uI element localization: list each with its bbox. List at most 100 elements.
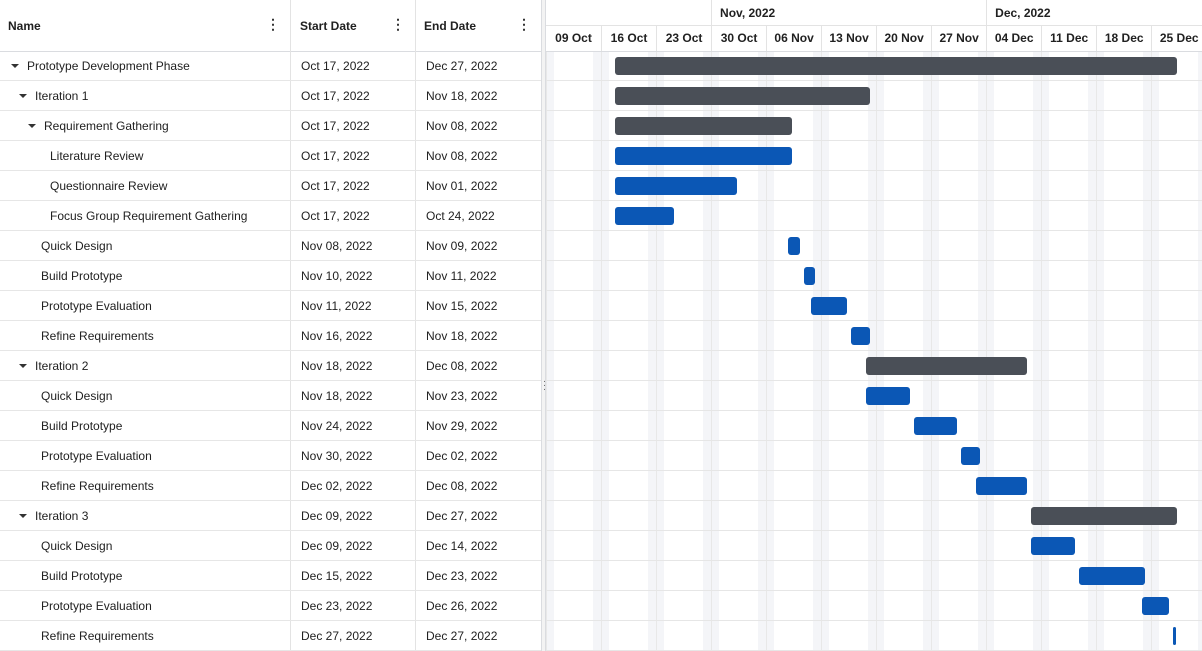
weekend-shade — [593, 51, 602, 651]
task-bar[interactable] — [1172, 627, 1176, 645]
table-row[interactable]: Prototype Development Phase Oct 17, 2022 D… — [0, 51, 541, 81]
week-header: 20 Nov — [876, 25, 931, 51]
start-date-cell: Dec 02, 2022 — [301, 478, 373, 493]
task-bar[interactable] — [614, 207, 674, 225]
task-bar[interactable] — [1141, 597, 1169, 615]
table-row[interactable]: Prototype Evaluation Nov 11, 2022 Nov 15, … — [0, 291, 541, 321]
weekend-shade — [648, 51, 657, 651]
task-bar[interactable] — [1031, 537, 1075, 555]
end-date-cell: Dec 23, 2022 — [426, 568, 498, 583]
end-date-cell: Dec 08, 2022 — [426, 478, 498, 493]
start-date-cell: Oct 17, 2022 — [301, 208, 370, 223]
table-row[interactable]: Refine Requirements Nov 16, 2022 Nov 18, 2… — [0, 321, 541, 351]
task-name-cell: Build Prototype — [0, 261, 290, 290]
task-bar[interactable] — [811, 297, 847, 315]
table-row[interactable]: Refine Requirements Dec 27, 2022 Dec 27, 2… — [0, 621, 541, 651]
table-row[interactable]: Requirement Gathering Oct 17, 2022 Nov 08,… — [0, 111, 541, 141]
task-bar[interactable] — [1078, 567, 1146, 585]
week-header: 23 Oct — [656, 25, 711, 51]
summary-task-bar[interactable] — [1031, 507, 1177, 525]
table-row[interactable]: Quick Design Nov 18, 2022 Nov 23, 2022 — [0, 381, 541, 411]
weekend-shade — [868, 51, 877, 651]
task-bar[interactable] — [850, 327, 871, 345]
summary-task-bar[interactable] — [614, 117, 792, 135]
table-row[interactable]: Quick Design Nov 08, 2022 Nov 09, 2022 — [0, 231, 541, 261]
week-header: 11 Dec — [1041, 25, 1096, 51]
table-row[interactable]: Iteration 2 Nov 18, 2022 Dec 08, 2022 — [0, 351, 541, 381]
task-bar[interactable] — [976, 477, 1028, 495]
task-name: Prototype Evaluation — [41, 598, 152, 613]
collapse-caret-icon[interactable] — [19, 363, 27, 368]
task-bar[interactable] — [803, 267, 816, 285]
summary-task-bar[interactable] — [866, 357, 1028, 375]
row-gridline — [546, 530, 1202, 531]
table-row[interactable]: Build Prototype Nov 24, 2022 Nov 29, 2022 — [0, 411, 541, 441]
task-name-cell: Literature Review — [0, 141, 290, 170]
collapse-caret-icon[interactable] — [19, 93, 27, 98]
column-header-name[interactable]: Name ⋮ — [0, 0, 290, 51]
column-header-start-date[interactable]: Start Date ⋮ — [292, 0, 415, 51]
collapse-caret-icon[interactable] — [11, 63, 19, 68]
task-name-cell: Iteration 2 — [0, 351, 290, 380]
week-header: 25 Dec — [1151, 25, 1202, 51]
end-date-cell: Nov 23, 2022 — [426, 388, 498, 403]
task-name-cell: Iteration 1 — [0, 81, 290, 110]
task-name: Prototype Evaluation — [41, 298, 152, 313]
task-bar[interactable] — [913, 417, 957, 435]
task-name-cell: Requirement Gathering — [0, 111, 290, 140]
more-vertical-icon[interactable]: ⋮ — [391, 17, 405, 31]
task-bar[interactable] — [866, 387, 910, 405]
task-grid: Name ⋮ Start Date ⋮ End Date ⋮ Prototype… — [0, 0, 542, 651]
task-name-cell: Iteration 3 — [0, 501, 290, 530]
table-row[interactable]: Refine Requirements Dec 02, 2022 Dec 08, 2… — [0, 471, 541, 501]
end-date-cell: Nov 09, 2022 — [426, 238, 498, 253]
row-gridline — [546, 320, 1202, 321]
week-header: 18 Dec — [1096, 25, 1151, 51]
week-gridline — [1041, 51, 1043, 651]
task-bar[interactable] — [614, 177, 737, 195]
start-date-cell: Oct 17, 2022 — [301, 178, 370, 193]
week-gridline — [1151, 51, 1153, 651]
start-date-cell: Dec 27, 2022 — [301, 628, 373, 643]
task-bar[interactable] — [787, 237, 800, 255]
end-date-cell: Dec 14, 2022 — [426, 538, 498, 553]
week-header: 27 Nov — [931, 25, 986, 51]
summary-task-bar[interactable] — [614, 87, 871, 105]
more-vertical-icon[interactable]: ⋮ — [517, 17, 531, 31]
end-date-cell: Dec 27, 2022 — [426, 58, 498, 73]
row-gridline — [546, 590, 1202, 591]
task-bar[interactable] — [960, 447, 981, 465]
collapse-caret-icon[interactable] — [28, 123, 36, 128]
weekend-shade — [821, 51, 829, 651]
task-name-cell: Prototype Evaluation — [0, 591, 290, 620]
task-name: Requirement Gathering — [44, 118, 169, 133]
row-gridline — [546, 560, 1202, 561]
table-row[interactable]: Literature Review Oct 17, 2022 Nov 08, 202… — [0, 141, 541, 171]
summary-task-bar[interactable] — [614, 57, 1177, 75]
week-header: 30 Oct — [711, 25, 766, 51]
weekend-shade — [656, 51, 664, 651]
table-row[interactable]: Prototype Evaluation Dec 23, 2022 Dec 26, … — [0, 591, 541, 621]
table-row[interactable]: Questionnaire Review Oct 17, 2022 Nov 01, … — [0, 171, 541, 201]
end-date-cell: Nov 18, 2022 — [426, 328, 498, 343]
table-row[interactable]: Iteration 3 Dec 09, 2022 Dec 27, 2022 — [0, 501, 541, 531]
table-row[interactable]: Quick Design Dec 09, 2022 Dec 14, 2022 — [0, 531, 541, 561]
weekend-shade — [758, 51, 767, 651]
table-row[interactable]: Iteration 1 Oct 17, 2022 Nov 18, 2022 — [0, 81, 541, 111]
collapse-caret-icon[interactable] — [19, 513, 27, 518]
table-row[interactable]: Focus Group Requirement Gathering Oct 17,… — [0, 201, 541, 231]
start-date-cell: Nov 16, 2022 — [301, 328, 373, 343]
row-gridline — [546, 260, 1202, 261]
timeline-week-header: 09 Oct 16 Oct 23 Oct 30 Oct 06 Nov 13 Nov 20 N… — [546, 25, 1202, 52]
table-row[interactable]: Prototype Evaluation Nov 30, 2022 Dec 02, … — [0, 441, 541, 471]
table-row[interactable]: Build Prototype Dec 15, 2022 Dec 23, 2022 — [0, 561, 541, 591]
more-vertical-icon[interactable]: ⋮ — [266, 17, 280, 31]
task-name-cell: Refine Requirements — [0, 471, 290, 500]
table-row[interactable]: Build Prototype Nov 10, 2022 Nov 11, 2022 — [0, 261, 541, 291]
task-name: Quick Design — [41, 388, 113, 403]
column-header-end-date[interactable]: End Date ⋮ — [416, 0, 541, 51]
end-date-cell: Nov 08, 2022 — [426, 118, 498, 133]
task-bar[interactable] — [614, 147, 792, 165]
week-header: 06 Nov — [766, 25, 821, 51]
task-name: Iteration 2 — [35, 358, 89, 373]
